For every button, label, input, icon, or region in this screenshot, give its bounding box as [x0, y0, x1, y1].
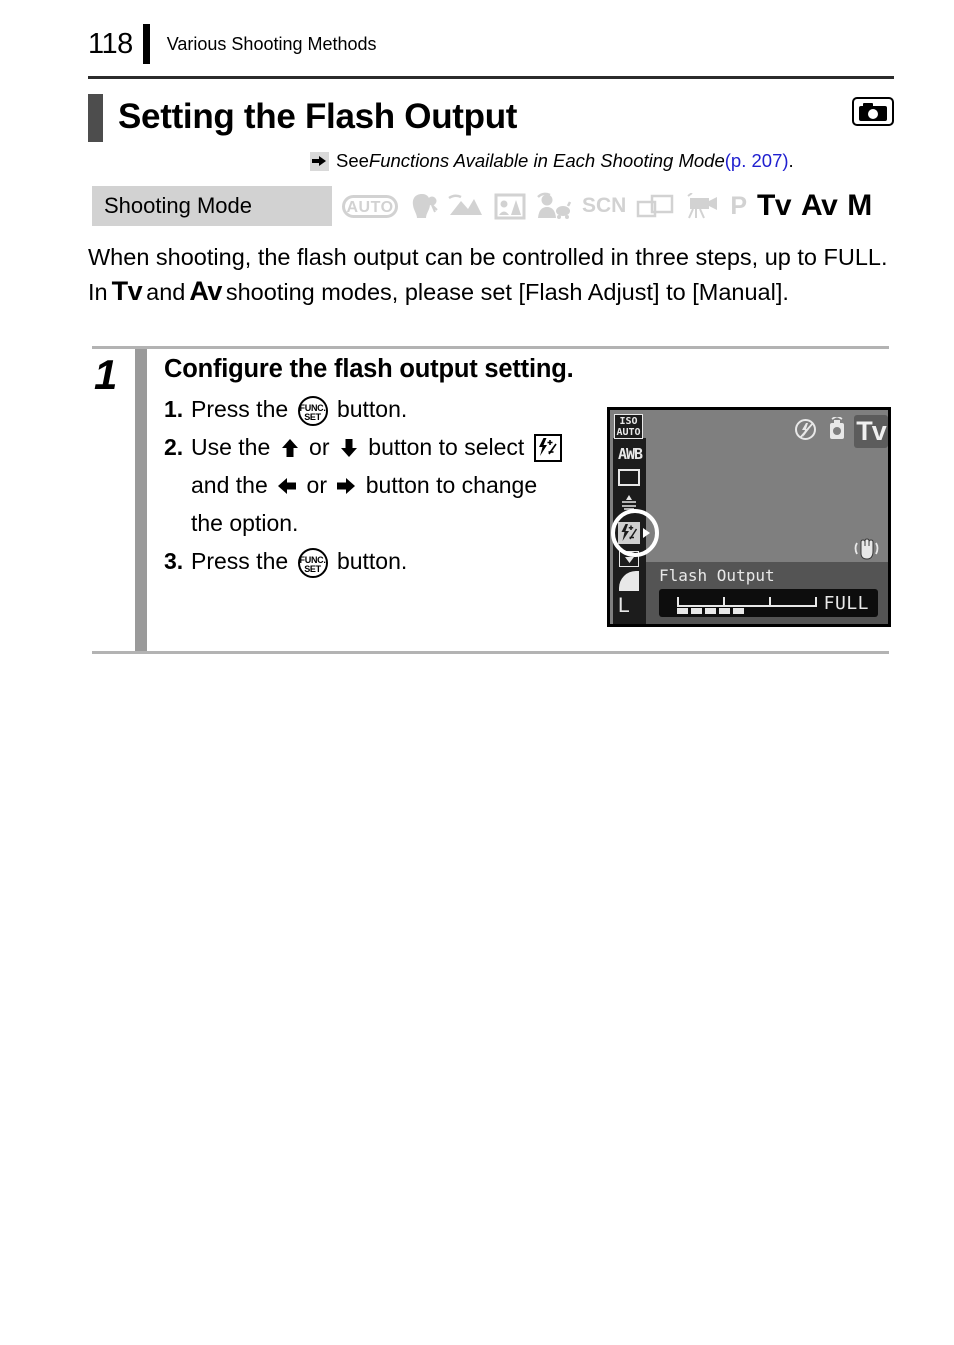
shooting-mode-bar: Shooting Mode AUTO SCN P Tv Av M: [92, 186, 889, 226]
header-underline: [88, 76, 894, 79]
see-label: See: [336, 150, 369, 171]
lcd-selection-caret-icon: [643, 528, 650, 538]
substep-3: 3. Press the FUNC. SET button.: [164, 542, 634, 580]
func-set-label-line2: SET: [304, 564, 321, 574]
lcd-setting-label: Flash Output: [659, 566, 775, 585]
lcd-iso-indicator: ISO AUTO: [614, 414, 643, 439]
step-accent-bar: [135, 349, 147, 651]
func-set-label-line2: SET: [304, 412, 321, 422]
reference-title: Functions Available in Each Shooting Mod…: [368, 150, 725, 171]
substep-2-number: 2.: [164, 434, 184, 460]
substep-1: 1. Press the FUNC. SET button.: [164, 390, 634, 428]
lcd-slider-block: [733, 608, 744, 614]
camera-lcd-screenshot: ISO AUTO AWB L Tv Flash Output FULL: [607, 407, 891, 627]
mode-icon-program: P: [730, 192, 748, 220]
body-line-1: When shooting, the flash output can be c…: [88, 244, 817, 270]
lcd-mode-badge: Tv: [854, 415, 888, 448]
mode-icon-night-snapshot: [494, 192, 526, 220]
inline-mode-tv: Tv: [111, 276, 143, 306]
reference-period: .: [788, 150, 794, 171]
substep-2-text-before: Use the: [191, 434, 271, 460]
down-arrow-icon: [338, 437, 360, 459]
substep-2-or-2: or: [306, 472, 327, 498]
lcd-slider-block: [719, 608, 730, 614]
lcd-image-size-icon: L: [618, 594, 630, 617]
header-divider-rule: [142, 24, 150, 64]
body-line-3: [Manual].: [692, 279, 789, 305]
step-title: Configure the flash output setting.: [164, 355, 574, 383]
lcd-metering-icon: [618, 469, 640, 486]
right-arrow-icon: [310, 151, 329, 171]
lcd-slider-axis: [677, 605, 817, 607]
lcd-slider-tick: [677, 597, 679, 607]
camera-icon-viewfinder: [863, 103, 873, 108]
flash-output-icon: [533, 434, 562, 462]
lcd-iso-value: AUTO: [616, 427, 641, 438]
lcd-slider-tick: [769, 597, 771, 607]
mode-icon-manual: M: [847, 189, 872, 222]
substep-1-text-before: Press the: [191, 396, 289, 422]
page-reference-link[interactable]: (p. 207): [725, 150, 789, 172]
cross-reference-line: See Functions Available in Each Shooting…: [310, 150, 794, 172]
func-set-button-icon: FUNC. SET: [297, 396, 328, 426]
mode-icon-auto: AUTO: [342, 194, 398, 218]
lcd-flash-output-value: FULL: [823, 593, 869, 614]
body-paragraph: When shooting, the flash output can be c…: [88, 240, 894, 309]
lcd-camera-shake-warning-icon: [853, 537, 879, 563]
substep-2: 2. Use the or button to select and the o…: [164, 428, 634, 542]
section-title-block: Setting the Flash Output: [88, 92, 894, 144]
mode-icon-kids-and-pets: [536, 192, 572, 220]
shooting-mode-icons: AUTO SCN P Tv Av M: [332, 186, 889, 226]
substep-2-line2-after: button to change: [365, 472, 538, 498]
mode-icon-stitch-assist: [636, 193, 674, 219]
step-divider-top: [92, 346, 889, 349]
mode-icon-scn: SCN: [582, 194, 627, 217]
lcd-slider-tick: [723, 597, 725, 607]
lcd-flash-off-icon: [795, 419, 816, 440]
lcd-iso-label: ISO: [619, 416, 638, 427]
lcd-slider-scale: [677, 596, 817, 607]
substep-2-line3: the option.: [191, 510, 299, 536]
mode-icon-shutter-priority: Tv: [757, 189, 792, 222]
lcd-camera-icon: [826, 414, 848, 442]
mode-icon-aperture-priority: Av: [801, 189, 838, 222]
func-set-button-icon: FUNC. SET: [297, 548, 328, 578]
substep-3-number: 3.: [164, 548, 184, 574]
substep-3-text-after: button.: [336, 548, 408, 574]
substep-3-text-before: Press the: [191, 548, 289, 574]
mode-icon-portrait: [408, 192, 438, 220]
substep-1-text-after: button.: [336, 396, 408, 422]
lcd-flash-output-slider[interactable]: FULL: [659, 589, 878, 617]
body-line-2b: and: [146, 279, 186, 305]
body-line-2c: shooting modes, please set [Flash Adjust…: [225, 279, 686, 305]
step-number: 1: [94, 351, 118, 398]
lcd-slider-block: [691, 608, 702, 614]
left-arrow-icon: [276, 475, 298, 497]
substep-1-number: 1.: [164, 396, 184, 422]
lcd-slider-block: [705, 608, 716, 614]
right-arrow-icon: [335, 475, 357, 497]
substep-2-mid: button to select: [368, 434, 525, 460]
inline-mode-av: Av: [189, 276, 222, 306]
mode-icon-landscape: [448, 193, 484, 219]
lcd-white-balance-icon: AWB: [617, 445, 643, 463]
lcd-setting-panel: Flash Output FULL: [646, 562, 888, 624]
mode-icon-movie: [684, 192, 720, 219]
lcd-slider-block: [677, 608, 688, 614]
lcd-slider-tick: [815, 597, 817, 607]
substep-2-or-1: or: [309, 434, 330, 460]
page-header: 118 Various Shooting Methods: [88, 20, 894, 68]
page-title: Setting the Flash Output: [118, 97, 518, 136]
lcd-slider-level-blocks: [677, 608, 744, 614]
substep-2-line2-before: and the: [191, 472, 268, 498]
substep-list: 1. Press the FUNC. SET button. 2. Use th…: [164, 390, 634, 580]
lcd-flash-output-icon: [618, 522, 640, 544]
camera-icon: [852, 97, 894, 126]
page-number: 118: [88, 27, 133, 60]
chapter-title: Various Shooting Methods: [166, 34, 377, 54]
shooting-mode-label: Shooting Mode: [104, 193, 252, 218]
up-arrow-icon: [279, 437, 301, 459]
section-title-accent-bar: [88, 94, 103, 142]
camera-icon-lens: [868, 109, 878, 119]
